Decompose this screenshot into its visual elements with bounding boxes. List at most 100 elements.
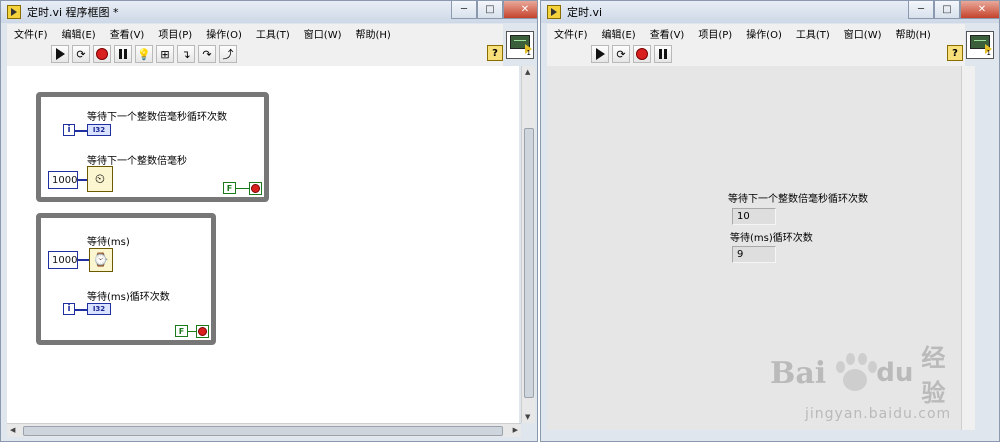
run-continuously-button[interactable]: ⟳ — [72, 45, 90, 63]
loop1-function-label: 等待下一个整数倍毫秒 — [87, 156, 187, 167]
minimize-button[interactable]: ─ — [451, 1, 477, 19]
run-arrow-icon — [595, 48, 605, 60]
maximize-button[interactable]: □ — [934, 1, 960, 19]
front-panel-canvas[interactable]: 等待下一个整数倍毫秒循环次数 10 等待(ms)循环次数 9 Bai du 经验… — [547, 66, 961, 430]
diagram-canvas[interactable]: 等待下一个整数倍毫秒循环次数 i I32 等待下一个整数倍毫秒 1000 ⏲ F… — [7, 66, 519, 423]
context-help-button[interactable]: ? — [947, 45, 963, 61]
window-controls: ─ □ ✕ — [908, 1, 999, 19]
block-diagram-window: 定时.vi 程序框图 * ─ □ ✕ 文件(F) 编辑(E) 查看(V) 项目(… — [0, 0, 538, 442]
menu-tools[interactable]: 工具(T) — [249, 26, 297, 41]
menu-window[interactable]: 窗口(W) — [297, 26, 349, 41]
loop1-stop-wire — [236, 188, 249, 189]
maximize-button[interactable]: □ — [477, 1, 503, 19]
loop1-indicator-label: 等待下一个整数倍毫秒循环次数 — [87, 112, 227, 123]
loop2-false-constant[interactable]: F — [175, 325, 188, 337]
retain-wire-values-button[interactable]: ⊞ — [156, 45, 174, 63]
vi-icon[interactable]: 1 — [966, 31, 994, 59]
menu-operate[interactable]: 操作(O) — [739, 26, 789, 41]
run-continuously-icon: ⟳ — [616, 47, 626, 61]
lightbulb-icon: 💡 — [137, 47, 151, 61]
menu-help[interactable]: 帮助(H) — [889, 26, 938, 41]
menu-edit[interactable]: 编辑(E) — [55, 26, 103, 41]
front-panel-window: 定时.vi ─ □ ✕ 文件(F) 编辑(E) 查看(V) 项目(P) 操作(O… — [540, 0, 1000, 442]
menu-project[interactable]: 项目(P) — [151, 26, 199, 41]
menu-file[interactable]: 文件(F) — [547, 26, 595, 41]
horizontal-scroll-thumb[interactable] — [23, 426, 503, 436]
vertical-scrollbar[interactable]: ▲ ▼ — [521, 66, 535, 423]
menu-window[interactable]: 窗口(W) — [837, 26, 889, 41]
loop2-stop-terminal[interactable] — [196, 325, 209, 338]
baidu-watermark: Bai du 经验 — [770, 338, 961, 408]
vertical-scrollbar[interactable] — [961, 66, 975, 430]
stop-condition-icon — [251, 184, 260, 193]
vi-icon[interactable]: 1 — [506, 31, 534, 59]
menu-view[interactable]: 查看(V) — [643, 26, 692, 41]
close-button[interactable]: ✕ — [960, 1, 999, 19]
scroll-down-arrow[interactable]: ▼ — [525, 413, 530, 421]
menu-project[interactable]: 项目(P) — [691, 26, 739, 41]
loop1-i32-indicator[interactable]: I32 — [87, 124, 111, 136]
loop2-i32-indicator[interactable]: I32 — [87, 303, 111, 315]
scroll-left-arrow[interactable]: ◀ — [10, 426, 15, 434]
step-into-icon: ↴ — [181, 47, 191, 61]
context-help-button[interactable]: ? — [487, 45, 503, 61]
stop-condition-icon — [198, 327, 207, 336]
pause-button[interactable] — [654, 45, 672, 63]
window-title: 定时.vi — [567, 6, 603, 19]
indicator2-numeric[interactable]: 9 — [732, 246, 776, 263]
loop2-function-label: 等待(ms) — [87, 237, 130, 248]
toolbar: ⟳ 💡 ⊞ ↴ ↷ ⤴ — [7, 42, 503, 66]
menu-edit[interactable]: 编辑(E) — [595, 26, 643, 41]
indicator1-label: 等待下一个整数倍毫秒循环次数 — [728, 194, 868, 205]
run-continuously-button[interactable]: ⟳ — [612, 45, 630, 63]
labview-app-icon — [7, 5, 21, 19]
scroll-up-arrow[interactable]: ▲ — [525, 68, 530, 76]
minimize-button[interactable]: ─ — [908, 1, 934, 19]
step-out-button[interactable]: ⤴ — [219, 45, 237, 63]
step-over-icon: ↷ — [202, 47, 212, 61]
menu-help[interactable]: 帮助(H) — [349, 26, 398, 41]
loop1-iteration-terminal[interactable]: i — [63, 124, 75, 136]
watermark-cn: 经验 — [921, 344, 946, 407]
vertical-scroll-thumb[interactable] — [524, 128, 534, 398]
loop2-iteration-terminal[interactable]: i — [63, 303, 75, 315]
menu-file[interactable]: 文件(F) — [7, 26, 55, 41]
pause-icon — [119, 49, 127, 59]
stopwatch-icon: ⌚ — [92, 252, 110, 268]
loop2-ms-constant[interactable]: 1000 — [48, 251, 78, 269]
loop2-constant-wire — [78, 259, 89, 261]
horizontal-scrollbar[interactable]: ◀ ▶ — [7, 423, 521, 437]
indicator1-numeric[interactable]: 10 — [732, 208, 776, 225]
window-controls: ─ □ ✕ — [451, 1, 537, 19]
highlight-execution-button[interactable]: 💡 — [135, 45, 153, 63]
menu-operate[interactable]: 操作(O) — [199, 26, 249, 41]
menu-view[interactable]: 查看(V) — [103, 26, 152, 41]
run-continuously-icon: ⟳ — [76, 47, 86, 61]
menu-tools[interactable]: 工具(T) — [789, 26, 837, 41]
loop2-iteration-wire — [75, 309, 87, 311]
step-over-button[interactable]: ↷ — [198, 45, 216, 63]
abort-button[interactable] — [93, 45, 111, 63]
wait-until-next-ms-multiple-function[interactable]: ⏲ — [87, 166, 113, 192]
toolbar: ⟳ — [547, 42, 965, 66]
step-into-button[interactable]: ↴ — [177, 45, 195, 63]
loop1-stop-terminal[interactable] — [249, 182, 262, 195]
pause-button[interactable] — [114, 45, 132, 63]
loop2-indicator-label: 等待(ms)循环次数 — [87, 292, 170, 303]
vi-icon-number: 1 — [526, 49, 531, 57]
wait-ms-function[interactable]: ⌚ — [89, 248, 113, 272]
close-button[interactable]: ✕ — [503, 1, 537, 19]
menu-bar: 文件(F) 编辑(E) 查看(V) 项目(P) 操作(O) 工具(T) 窗口(W… — [547, 24, 965, 42]
loop1-false-constant[interactable]: F — [223, 182, 236, 194]
stop-icon — [636, 48, 648, 60]
metronome-icon: ⏲ — [94, 171, 106, 187]
run-arrow-icon — [55, 48, 65, 60]
scroll-right-arrow[interactable]: ▶ — [513, 426, 518, 434]
run-button[interactable] — [51, 45, 69, 63]
abort-button[interactable] — [633, 45, 651, 63]
watermark-brand: Bai — [770, 355, 827, 391]
loop1-ms-constant[interactable]: 1000 — [48, 171, 78, 189]
watermark-brand-suffix: du — [876, 358, 914, 388]
run-button[interactable] — [591, 45, 609, 63]
loop1-iteration-wire — [75, 130, 87, 132]
